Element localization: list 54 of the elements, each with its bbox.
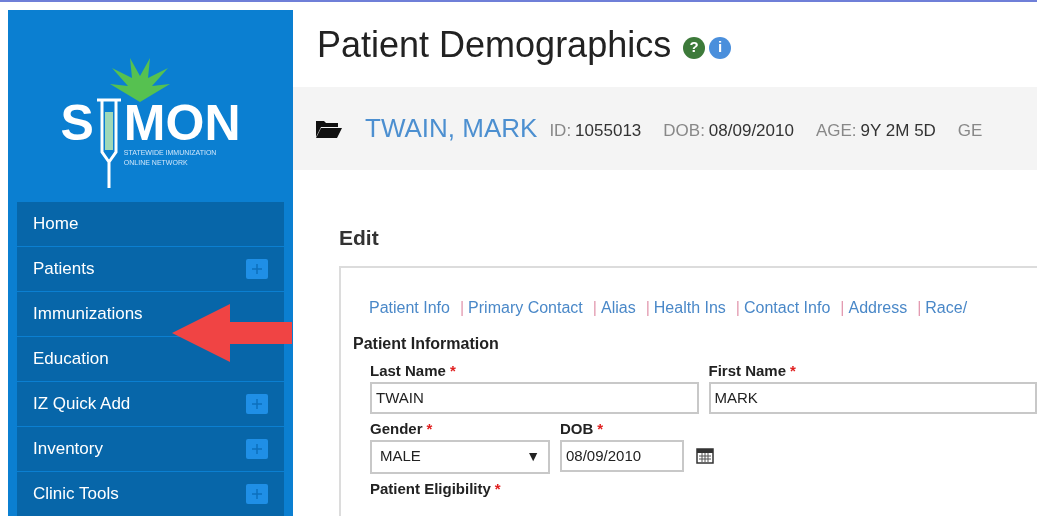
required-mark: * [790, 361, 796, 380]
required-mark: * [494, 479, 501, 498]
folder-icon [315, 118, 343, 139]
link-separator: | [917, 297, 922, 318]
patient-name[interactable]: TWAIN, MARK [365, 109, 538, 148]
field-value: 1055013 [575, 119, 642, 142]
required-mark: * [449, 361, 456, 380]
field-label: Last Name [370, 361, 446, 380]
text-field[interactable]: TWAIN [370, 381, 699, 414]
text-field[interactable]: MARK [708, 381, 1037, 414]
field-label: Gender [370, 419, 423, 438]
field-label: GE [957, 119, 983, 142]
sidebar-item[interactable]: Education [17, 337, 284, 381]
section-heading: Edit [339, 225, 380, 251]
sidebar-item[interactable]: Clinic Tools [17, 472, 284, 516]
section-link[interactable]: Address [848, 295, 908, 320]
section-link[interactable]: Patient Info [369, 295, 450, 320]
expand-icon[interactable] [246, 394, 268, 414]
gender-select[interactable]: MALE ▼ [370, 439, 550, 474]
link-separator: | [459, 297, 465, 318]
sidebar-item[interactable]: Patients [17, 247, 284, 291]
link-separator: | [592, 297, 597, 318]
date-field[interactable]: 08/09/2010 [560, 439, 684, 472]
page-title: Patient Demographics [317, 22, 672, 67]
section-link[interactable]: Health Ins [653, 295, 726, 320]
field-value: 9Y 2M 5D [860, 119, 936, 142]
link-separator: | [840, 297, 845, 318]
logo-text: S [60, 98, 94, 148]
sidebar-item[interactable]: Inventory [17, 427, 284, 471]
field-label: Patient Eligibility [370, 479, 491, 498]
section-link[interactable]: Primary Contact [468, 295, 583, 320]
link-separator: | [735, 297, 740, 318]
section-link[interactable]: Race/ [925, 295, 968, 320]
calendar-icon[interactable] [696, 447, 714, 464]
required-mark: * [426, 419, 433, 438]
expand-icon[interactable] [246, 484, 268, 504]
sidebar-item[interactable]: Home [17, 202, 284, 246]
field-label: DOB: [663, 119, 705, 142]
field-label: DOB [560, 419, 594, 438]
field-value: 08/09/2010 [708, 119, 794, 142]
section-title: Patient Information [353, 333, 500, 354]
expand-icon[interactable] [246, 259, 268, 279]
field-label: First Name [708, 361, 787, 380]
help-icon[interactable]: i [709, 36, 732, 59]
section-link[interactable]: Alias [600, 295, 636, 320]
link-separator: | [645, 297, 650, 318]
field-label: ID: [549, 119, 572, 142]
section-link[interactable]: Contact Info [744, 295, 831, 320]
required-mark: * [597, 419, 604, 438]
expand-icon[interactable] [246, 439, 268, 459]
sidebar-item[interactable]: IZ Quick Add [17, 382, 284, 426]
field-label: AGE: [815, 119, 857, 142]
help-icon[interactable]: ? [683, 36, 706, 59]
logo-text: MON [123, 98, 241, 148]
